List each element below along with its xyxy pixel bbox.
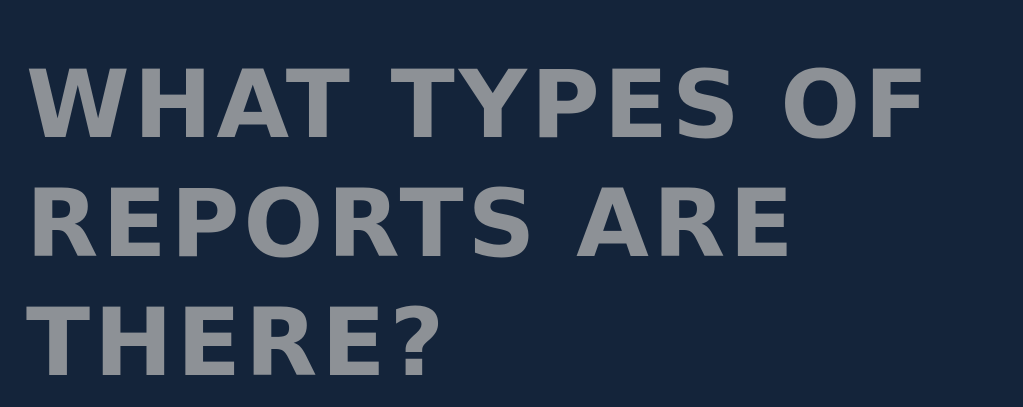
title-line-2: REPORTS ARE xyxy=(26,170,798,279)
slide-title: WHAT TYPES OF REPORTS ARE THERE? xyxy=(26,46,933,403)
title-line-3: THERE? xyxy=(26,289,449,398)
title-line-1: WHAT TYPES OF xyxy=(26,51,933,160)
title-slide: WHAT TYPES OF REPORTS ARE THERE? xyxy=(0,0,1023,407)
